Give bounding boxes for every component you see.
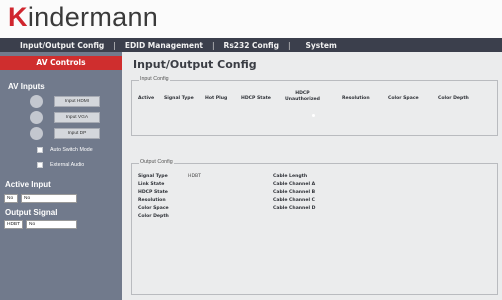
out-label-cable-channel-b: Cable Channel B — [273, 190, 316, 195]
active-input-field-2[interactable]: No — [21, 194, 77, 203]
input-dp-radio[interactable] — [30, 127, 43, 140]
col-hdcp-unauthorized: HDCP Unauthorized — [285, 91, 320, 102]
nav-edid-management[interactable]: EDID Management — [125, 41, 203, 50]
out-label-cable-channel-c: Cable Channel C — [273, 198, 315, 203]
output-config-legend: Output Config — [139, 159, 174, 165]
out-label-cable-channel-a: Cable Channel A — [273, 182, 316, 187]
av-controls-title: AV Controls — [0, 56, 122, 70]
output-config-box: Output Config Signal Type HDBT Link Stat… — [131, 159, 498, 295]
out-label-hdcp-state: HDCP State — [138, 190, 168, 195]
col-color-depth: Color Depth — [438, 96, 469, 101]
input-dp-button[interactable]: Input DP — [54, 128, 100, 139]
input-config-box: Input Config Active Signal Type Hot Plug… — [131, 76, 498, 136]
external-audio-label: External Audio — [50, 162, 85, 168]
nav-separator: | — [113, 40, 116, 50]
input-vga-button[interactable]: Input VGA — [54, 112, 100, 123]
output-signal-heading: Output Signal — [5, 208, 58, 217]
nav-system[interactable]: System — [306, 41, 337, 50]
output-signal-field-2[interactable]: No — [26, 220, 77, 229]
out-label-color-depth: Color Depth — [138, 214, 169, 219]
col-active: Active — [138, 96, 155, 101]
auto-switch-mode-label: Auto Switch Mode — [50, 147, 93, 153]
input-vga-radio[interactable] — [30, 111, 43, 124]
out-label-cable-channel-d: Cable Channel D — [273, 206, 316, 211]
nav-separator: | — [212, 40, 215, 50]
active-input-field-1[interactable]: No — [4, 194, 18, 203]
main-panel: Input/Output Config Input Config Active … — [122, 52, 502, 300]
input-config-legend: Input Config — [139, 76, 170, 82]
col-hdcp-state: HDCP State — [241, 96, 271, 101]
out-label-resolution: Resolution — [138, 198, 166, 203]
out-label-link-state: Link State — [138, 182, 165, 187]
kindermann-logo: Kindermann — [8, 2, 159, 32]
top-nav: Input/Output Config | EDID Management | … — [0, 38, 502, 52]
logo-bar: Kindermann — [0, 0, 502, 38]
input-hdmi-radio[interactable] — [30, 95, 43, 108]
nav-separator: | — [287, 40, 291, 50]
col-resolution: Resolution — [342, 96, 370, 101]
col-signal-type: Signal Type — [164, 96, 194, 101]
nav-rs232-config[interactable]: Rs232 Config — [224, 41, 279, 50]
col-hot-plug: Hot Plug — [205, 96, 228, 101]
output-signal-field-1[interactable]: HDBT — [4, 220, 23, 229]
out-label-signal-type: Signal Type — [138, 174, 168, 179]
out-label-color-space: Color Space — [138, 206, 169, 211]
external-audio-checkbox[interactable] — [37, 162, 43, 168]
auto-switch-mode-checkbox[interactable] — [37, 147, 43, 153]
page-title: Input/Output Config — [133, 58, 257, 71]
av-inputs-heading: AV Inputs — [8, 82, 45, 91]
nav-input-output-config[interactable]: Input/Output Config — [20, 41, 104, 50]
active-input-heading: Active Input — [5, 180, 51, 189]
col-color-space: Color Space — [388, 96, 419, 101]
status-indicator — [312, 114, 315, 117]
out-value-signal-type: HDBT — [188, 174, 201, 179]
sidebar: AV Controls AV Inputs Input HDMI Input V… — [0, 52, 122, 300]
input-hdmi-button[interactable]: Input HDMI — [54, 96, 100, 107]
out-label-cable-length: Cable Length — [273, 174, 308, 179]
